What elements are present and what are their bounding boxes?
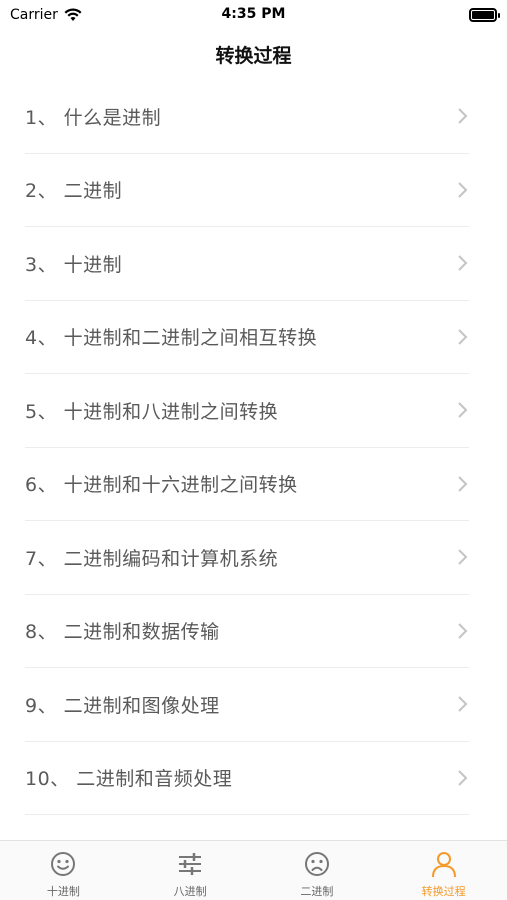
sliders-icon — [179, 853, 202, 875]
list-item-label: 5、 十进制和八进制之间转换 — [25, 400, 279, 423]
list-item[interactable]: 5、 十进制和八进制之间转换 — [25, 374, 469, 448]
list-item-label: 7、 二进制编码和计算机系统 — [25, 547, 279, 570]
chevron-right-icon — [458, 696, 468, 712]
list-item-label: 2、 二进制 — [25, 180, 123, 203]
chevron-right-icon — [458, 108, 468, 124]
tab-label: 二进制 — [300, 885, 334, 898]
list-item-label: 9、 二进制和图像处理 — [25, 694, 220, 717]
list-item[interactable]: 3、 十进制 — [25, 227, 469, 301]
chevron-right-icon — [458, 402, 468, 418]
sad-face-icon — [304, 852, 329, 876]
person-icon — [431, 852, 456, 878]
list-item-label: 1、 什么是进制 — [25, 106, 162, 129]
nav-title: 转换过程 — [215, 44, 292, 67]
tab-label: 转换过程 — [421, 885, 466, 898]
list-item[interactable]: 7、 二进制编码和计算机系统 — [25, 521, 469, 595]
status-left: Carrier — [10, 7, 82, 23]
tab-conversion-process[interactable]: 转换过程 — [380, 841, 507, 900]
tab-bar: 十进制 八进制 二进制 转换过程 — [0, 840, 507, 900]
status-bar: Carrier 4:35 PM — [0, 0, 507, 30]
list-item-label: 10、 二进制和音频处理 — [25, 768, 233, 791]
list-item-label: 6、 十进制和十六进制之间转换 — [25, 474, 298, 497]
chevron-right-icon — [458, 476, 468, 492]
chevron-right-icon — [458, 255, 468, 271]
chevron-right-icon — [458, 549, 468, 565]
list-item-label: 8、 二进制和数据传输 — [25, 621, 220, 644]
list-item-label: 4、 十进制和二进制之间相互转换 — [25, 327, 318, 350]
tab-label: 八进制 — [173, 885, 207, 898]
list-item[interactable]: 10、 二进制和音频处理 — [25, 742, 469, 815]
smile-icon — [51, 852, 76, 876]
tab-octal[interactable]: 八进制 — [127, 841, 254, 900]
chevron-right-icon — [458, 770, 468, 786]
list-item[interactable]: 2、 二进制 — [25, 154, 469, 227]
battery-icon — [469, 8, 500, 22]
list-item[interactable]: 9、 二进制和图像处理 — [25, 668, 469, 742]
topic-list: 1、 什么是进制 2、 二进制 3、 十进制 4、 十进制和二进制之间相互转换 … — [0, 80, 507, 840]
tab-label: 十进制 — [46, 885, 80, 898]
list-item[interactable]: 1、 什么是进制 — [25, 80, 469, 154]
wifi-icon — [64, 8, 82, 21]
list-item[interactable]: 6、 十进制和十六进制之间转换 — [25, 448, 469, 521]
carrier-label: Carrier — [10, 7, 58, 23]
tab-decimal[interactable]: 十进制 — [0, 841, 127, 900]
chevron-right-icon — [458, 182, 468, 198]
chevron-right-icon — [458, 623, 468, 639]
tab-binary[interactable]: 二进制 — [254, 841, 381, 900]
list-item-label: 3、 十进制 — [25, 253, 123, 276]
list-item[interactable]: 8、 二进制和数据传输 — [25, 595, 469, 668]
chevron-right-icon — [458, 329, 468, 345]
list-item[interactable]: 4、 十进制和二进制之间相互转换 — [25, 301, 469, 374]
